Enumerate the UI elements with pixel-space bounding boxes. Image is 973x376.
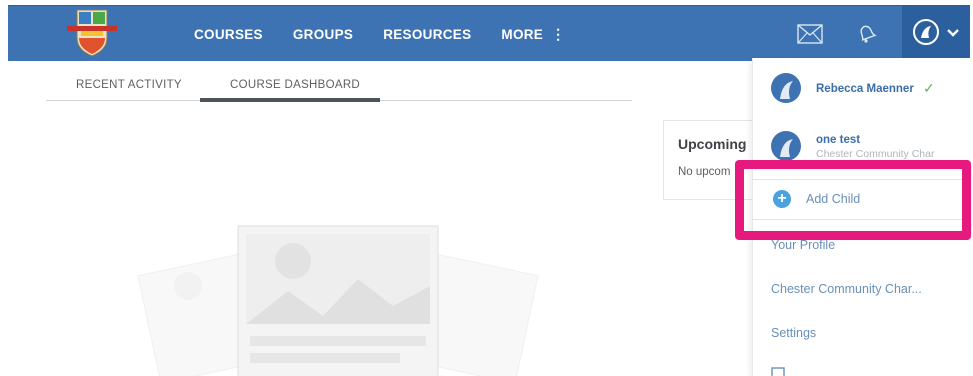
active-tab-indicator [200, 98, 380, 102]
user-name: one test [816, 134, 861, 146]
tab-course-dashboard[interactable]: COURSE DASHBOARD [230, 79, 360, 91]
vertical-dots-icon: ⋮ [551, 26, 566, 42]
school-link[interactable]: Chester Community Char... [771, 282, 922, 296]
avatar [771, 73, 801, 103]
nav-resources-label: RESOURCES [383, 26, 472, 42]
empty-state-illustration [128, 221, 548, 376]
dropdown-user-rebecca[interactable]: Rebecca Maenner ✓ [753, 58, 970, 118]
your-profile-link[interactable]: Your Profile [771, 238, 835, 252]
tab-recent-activity[interactable]: RECENT ACTIVITY [76, 79, 182, 91]
settings-link[interactable]: Settings [771, 326, 816, 340]
school-crest-logo[interactable] [61, 8, 123, 58]
user-name: Rebecca Maenner [816, 83, 914, 95]
nav-more-label: MORE [501, 26, 544, 42]
upcoming-title: Upcoming [678, 136, 747, 152]
chevron-down-icon [946, 25, 960, 43]
upcoming-empty-text: No upcom [678, 166, 731, 178]
user-school: Chester Community Char [816, 148, 935, 160]
mail-icon[interactable] [796, 20, 824, 48]
dashboard-tabs: RECENT ACTIVITY COURSE DASHBOARD [46, 75, 632, 102]
bell-icon[interactable] [853, 20, 881, 48]
nav-groups-label: GROUPS [292, 26, 354, 42]
top-nav-bar: COURSES GROUPS RESOURCES MORE ⋮ [8, 5, 970, 62]
nav-courses-label: COURSES [194, 26, 263, 42]
logout-icon[interactable] [771, 366, 793, 376]
nav-resources[interactable]: RESOURCES [383, 27, 471, 42]
avatar-icon [912, 18, 940, 51]
checkmark-icon: ✓ [923, 80, 935, 96]
highlight-annotation-box [735, 160, 971, 240]
nav-groups[interactable]: GROUPS [293, 27, 353, 42]
profile-menu-button[interactable] [902, 6, 970, 62]
avatar [771, 131, 801, 161]
nav-courses[interactable]: COURSES [194, 27, 263, 42]
nav-more[interactable]: MORE ⋮ [501, 27, 565, 42]
main-nav: COURSES GROUPS RESOURCES MORE ⋮ [194, 6, 565, 62]
